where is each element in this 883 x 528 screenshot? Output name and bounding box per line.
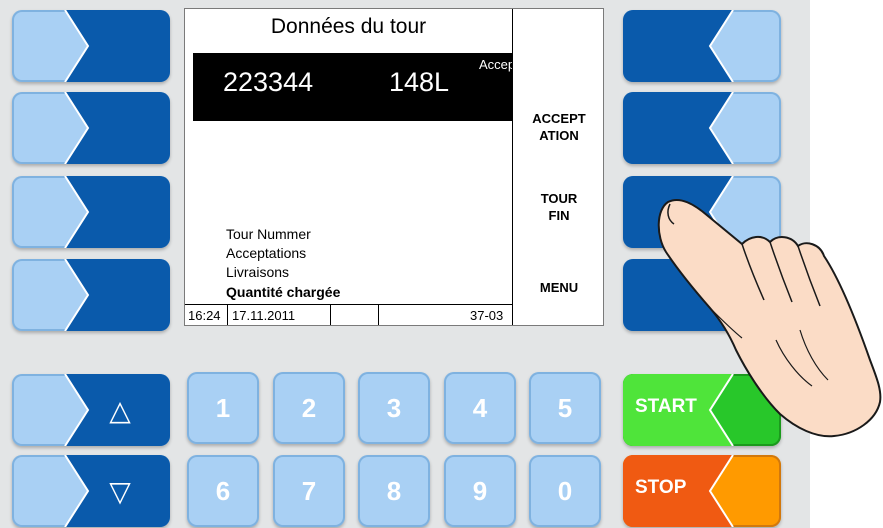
key-9[interactable]: 9: [444, 455, 516, 527]
label-quantite-chargee: Quantité chargée: [226, 284, 341, 300]
status-bar: 16:24 17.11.2011 37-03: [185, 304, 512, 325]
chevron-right-icon: [64, 10, 170, 82]
key-7[interactable]: 7: [273, 455, 345, 527]
chevron-right-icon: [64, 259, 170, 331]
softkey-label-acceptation: ACCEPT ATION: [513, 110, 603, 144]
status-separator: [227, 305, 228, 325]
stop-button[interactable]: STOP: [623, 455, 781, 527]
key-4[interactable]: 4: [444, 372, 516, 444]
chevron-left-icon: [623, 10, 734, 82]
chevron-right-icon: [64, 455, 170, 527]
softkey-label-line: ATION: [539, 128, 579, 143]
keypad-row-2: 6 7 8 9 0: [187, 455, 607, 527]
chevron-right-icon: [64, 176, 170, 248]
down-arrow-button[interactable]: ▽: [12, 455, 170, 527]
key-3[interactable]: 3: [358, 372, 430, 444]
status-code: 37-03: [470, 308, 504, 323]
status-separator: [378, 305, 379, 325]
key-2[interactable]: 2: [273, 372, 345, 444]
pointing-hand-icon: [657, 198, 882, 438]
stop-label: STOP: [635, 477, 687, 498]
label-livraisons: Livraisons: [226, 264, 290, 280]
chevron-right-icon: [64, 92, 170, 164]
status-separator: [330, 305, 331, 325]
left-softkey-1[interactable]: [12, 10, 170, 82]
status-value: Accept: [479, 57, 512, 72]
chevron-left-icon: [623, 92, 734, 164]
left-softkey-3[interactable]: [12, 176, 170, 248]
status-time: 16:24: [188, 308, 221, 323]
down-triangle-icon: ▽: [109, 475, 131, 507]
softkey-label-line: TOUR: [540, 191, 578, 206]
key-0[interactable]: 0: [529, 455, 601, 527]
label-acceptations: Acceptations: [226, 245, 307, 261]
screen-title: Données du tour: [270, 15, 427, 38]
tour-number-value: 223344: [223, 67, 314, 97]
tour-highlight-bar: 223344 148L Accept: [193, 53, 512, 121]
chevron-right-icon: [64, 374, 170, 446]
softkey-label-tour-fin: TOUR FIN: [513, 190, 603, 224]
display-screen: Données du tour 223344 148L Accept Tour …: [184, 8, 604, 326]
up-arrow-button[interactable]: △: [12, 374, 170, 446]
status-date: 17.11.2011: [232, 308, 296, 323]
left-softkey-4[interactable]: [12, 259, 170, 331]
quantity-value: 148L: [389, 67, 450, 97]
right-softkey-acceptation[interactable]: [623, 92, 781, 164]
key-1[interactable]: 1: [187, 372, 259, 444]
keypad-row-1: 1 2 3 4 5: [187, 372, 607, 444]
label-tour-number: Tour Nummer: [226, 226, 311, 242]
softkey-label-line: ACCEPT: [532, 111, 586, 126]
key-6[interactable]: 6: [187, 455, 259, 527]
left-softkey-2[interactable]: [12, 92, 170, 164]
key-8[interactable]: 8: [358, 455, 430, 527]
softkey-label-line: FIN: [548, 208, 570, 223]
softkey-label-menu: MENU: [539, 280, 579, 295]
up-triangle-icon: △: [109, 394, 131, 426]
right-softkey-1[interactable]: [623, 10, 781, 82]
key-5[interactable]: 5: [529, 372, 601, 444]
